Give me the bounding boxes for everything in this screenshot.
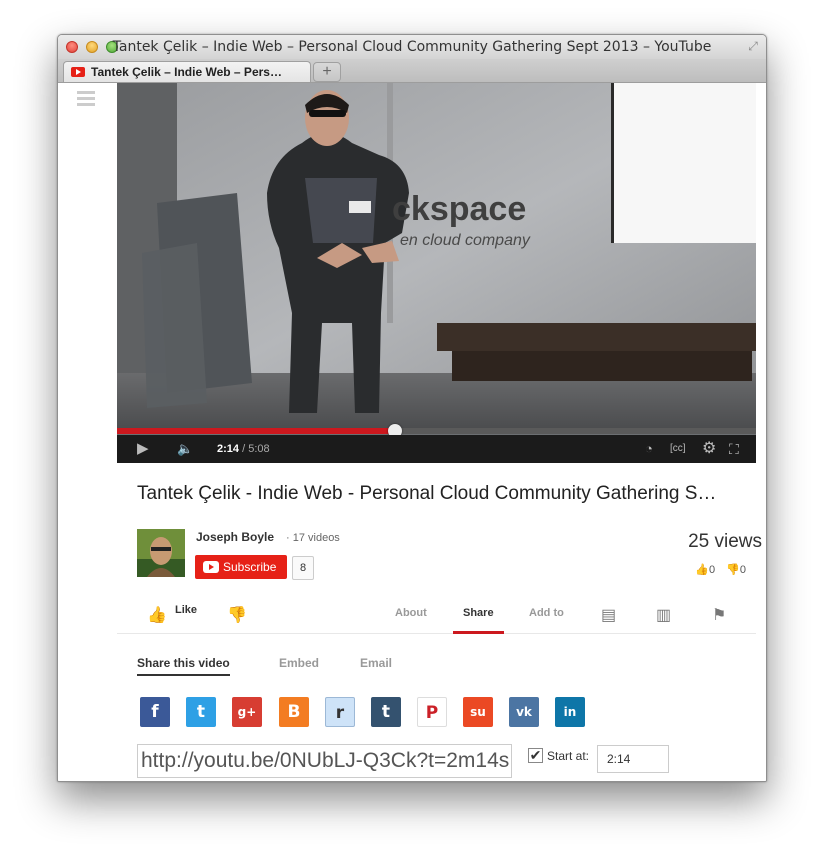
share-tab-email[interactable]: Email <box>360 656 392 670</box>
dislike-count: 0 <box>739 564 746 576</box>
stumbleupon-icon[interactable]: su <box>463 697 493 727</box>
title-bar: Tantek Çelik – Indie Web – Personal Clou… <box>58 35 766 59</box>
tab-about[interactable]: About <box>395 607 427 619</box>
view-count: 25 views <box>688 531 762 552</box>
tab-share[interactable]: Share <box>463 607 494 619</box>
youtube-logo-icon <box>203 561 219 573</box>
settings-gear-icon[interactable]: ⚙ <box>702 435 716 463</box>
dislike-thumb-icon[interactable]: 👎 <box>227 605 247 625</box>
backdrop-text-2: en cloud company <box>400 232 531 249</box>
scrubber-handle[interactable] <box>387 424 402 435</box>
share-tab-underline <box>453 631 504 634</box>
progress-bar[interactable] <box>117 424 756 435</box>
tab-add-to[interactable]: Add to <box>529 607 564 619</box>
report-flag-icon[interactable]: ⚑ <box>712 605 726 625</box>
page-content: ckspace en cloud company ▶ 🔈 2:14 / 5:08… <box>58 83 766 781</box>
video-count[interactable]: · 17 videos <box>286 532 340 544</box>
video-player[interactable]: ckspace en cloud company <box>117 83 756 435</box>
progress-fill <box>117 428 395 434</box>
fullscreen-player-icon[interactable]: ⛶ <box>729 435 739 463</box>
vk-icon[interactable]: vk <box>509 697 539 727</box>
subscriber-count: 8 <box>292 556 314 580</box>
start-at-checkbox[interactable]: ✔ <box>528 748 543 763</box>
share-tab-share-this-video[interactable]: Share this video <box>137 656 230 676</box>
start-at-time-input[interactable]: 2:14 <box>597 745 669 773</box>
tab-strip: Tantek Çelik – Indie Web – Pers… + <box>58 59 766 83</box>
like-count: 0 <box>708 564 716 576</box>
captions-icon[interactable]: [cc] <box>670 435 686 463</box>
browser-tab[interactable]: Tantek Çelik – Indie Web – Pers… <box>63 61 311 82</box>
play-icon[interactable]: ▶ <box>137 435 149 463</box>
start-at-label: Start at: <box>547 749 590 763</box>
twitter-icon[interactable]: t <box>186 697 216 727</box>
backdrop-text-1: ckspace <box>392 190 526 228</box>
time-display: 2:14 / 5:08 <box>217 435 270 463</box>
transcript-icon[interactable]: ▤ <box>601 605 616 625</box>
avatar[interactable] <box>137 529 185 577</box>
like-button[interactable]: Like <box>175 604 197 616</box>
subscribe-label: Subscribe <box>223 560 277 574</box>
rating-counts: 👍0 👎0 <box>687 563 746 576</box>
browser-window: Tantek Çelik – Indie Web – Personal Clou… <box>57 34 767 782</box>
share-url-input[interactable]: http://youtu.be/0NUbLJ-Q3Ck?t=2m14s <box>137 744 512 778</box>
video-frame: ckspace en cloud company <box>117 83 756 428</box>
subscribe-button[interactable]: Subscribe <box>195 555 287 579</box>
action-bar: 👍 Like 👎 About Share Add to ▤ ▥ ⚑ <box>117 593 756 634</box>
tab-label: Tantek Çelik – Indie Web – Pers… <box>91 65 282 79</box>
player-controls: ▶ 🔈 2:14 / 5:08 ◔ [cc] ⚙ ⛶ <box>117 435 756 463</box>
duration: / 5:08 <box>242 443 270 455</box>
blogger-icon[interactable]: B <box>279 697 309 727</box>
current-time: 2:14 <box>217 443 240 455</box>
tumblr-icon[interactable]: t <box>371 697 401 727</box>
linkedin-icon[interactable]: in <box>555 697 585 727</box>
window-title: Tantek Çelik – Indie Web – Personal Clou… <box>112 39 712 55</box>
like-thumb-icon[interactable]: 👍 <box>147 605 167 625</box>
fullscreen-icon[interactable]: ⤢ <box>746 39 760 53</box>
channel-name[interactable]: Joseph Boyle <box>196 530 274 544</box>
pinterest-icon[interactable]: P <box>417 697 447 727</box>
volume-icon[interactable]: 🔈 <box>177 435 193 463</box>
share-tab-embed[interactable]: Embed <box>279 656 319 670</box>
facebook-icon[interactable]: f <box>140 697 170 727</box>
youtube-favicon-icon <box>71 67 85 77</box>
watch-later-icon[interactable]: ◔ <box>645 435 653 463</box>
new-tab-button[interactable]: + <box>313 62 341 82</box>
statistics-icon[interactable]: ▥ <box>656 605 671 625</box>
google-plus-icon[interactable]: g+ <box>232 697 262 727</box>
reddit-icon[interactable]: r <box>325 697 355 727</box>
thumbs-up-small-icon: 👍 <box>695 564 709 576</box>
video-title: Tantek Çelik - Indie Web - Personal Clou… <box>137 483 717 504</box>
guide-menu-icon[interactable] <box>77 91 95 109</box>
thumbs-down-small-icon: 👎 <box>726 564 740 576</box>
